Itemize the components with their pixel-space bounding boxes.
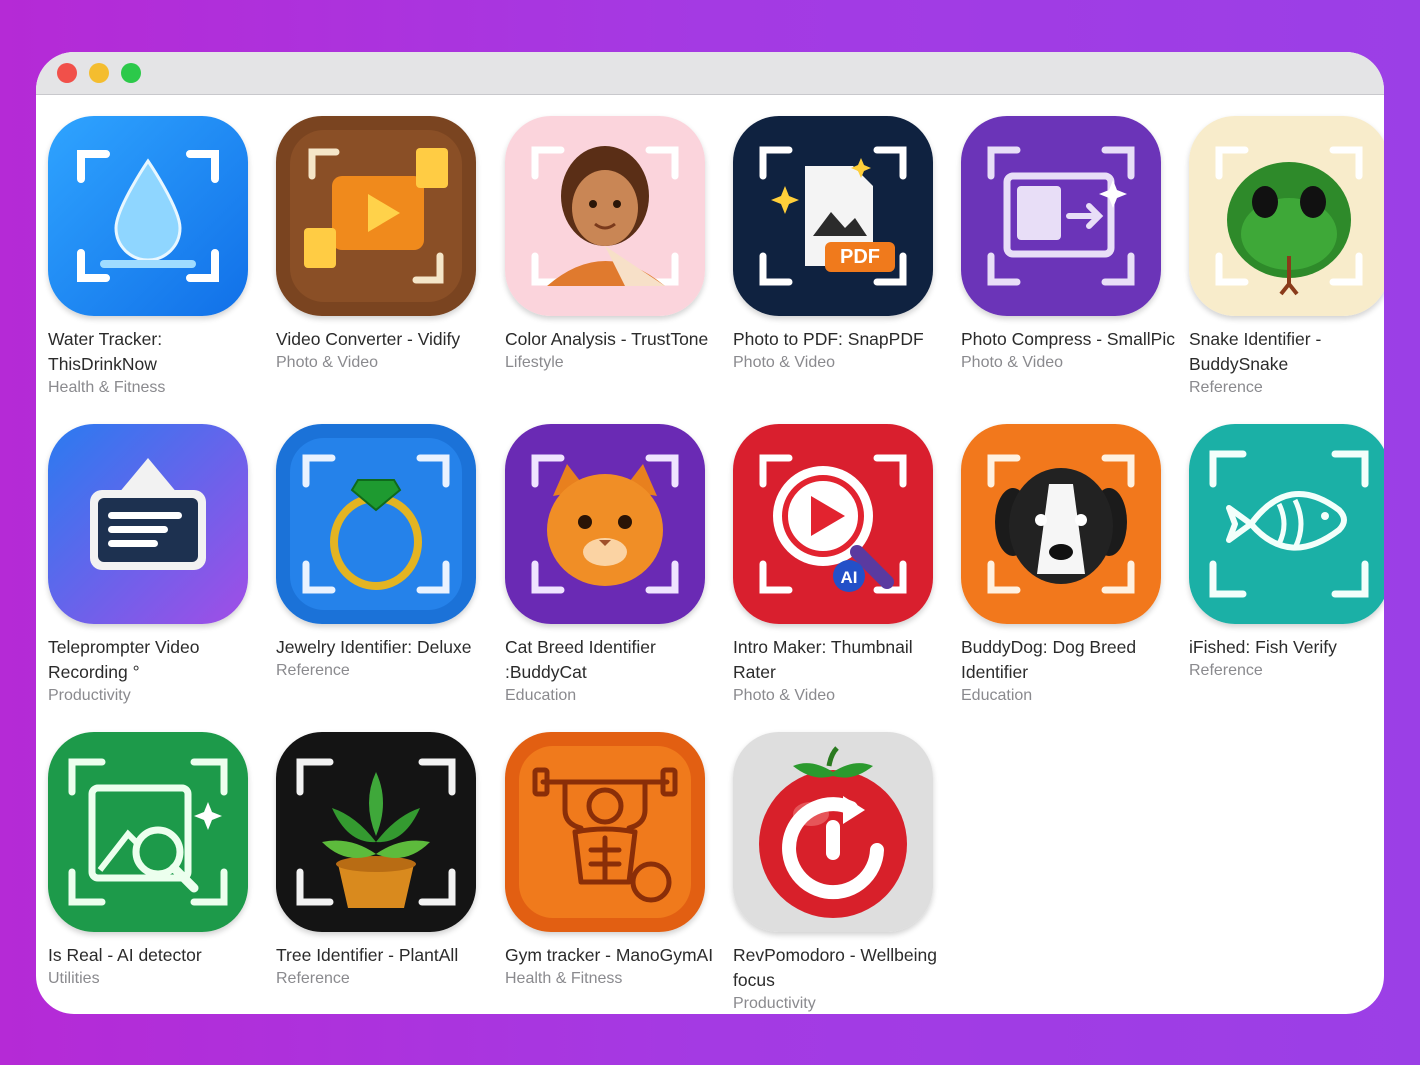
app-category: Photo & Video bbox=[276, 354, 379, 371]
app-window: Water Tracker: ThisDrinkNow Health & Fitn… bbox=[36, 52, 1384, 1014]
potted-plant-icon[interactable] bbox=[276, 732, 476, 932]
app-category: Education bbox=[961, 687, 1033, 704]
app-title: Gym tracker - ManoGymAI Health & Fitness bbox=[505, 943, 720, 990]
cat-icon[interactable] bbox=[505, 424, 705, 624]
ring-icon[interactable] bbox=[276, 424, 476, 624]
water-drop-icon[interactable] bbox=[48, 116, 248, 316]
app-title: Photo Compress - SmallPic Photo & Video bbox=[961, 327, 1176, 374]
app-category: Photo & Video bbox=[961, 354, 1064, 371]
app-title: Snake Identifier - BuddySnake Reference bbox=[1189, 327, 1384, 399]
app-grid: Water Tracker: ThisDrinkNow Health & Fitn… bbox=[36, 94, 1384, 1014]
teleprompter-icon[interactable] bbox=[48, 424, 248, 624]
app-category: Health & Fitness bbox=[505, 970, 623, 987]
app-title: Teleprompter Video Recording ° Productivi… bbox=[48, 635, 263, 707]
app-category: Reference bbox=[276, 970, 350, 987]
app-title: Is Real - AI detector Utilities bbox=[48, 943, 263, 990]
app-title: Color Analysis - TrustTone Lifestyle bbox=[505, 327, 720, 374]
app-category: Reference bbox=[1189, 379, 1263, 396]
pdf-document-icon[interactable]: PDF bbox=[733, 116, 933, 316]
zoom-button[interactable] bbox=[121, 63, 141, 83]
ai-badge: AI bbox=[841, 568, 858, 587]
app-category: Photo & Video bbox=[733, 354, 836, 371]
app-title: Intro Maker: Thumbnail Rater Photo & Vide… bbox=[733, 635, 948, 707]
bodybuilder-icon[interactable] bbox=[505, 732, 705, 932]
face-palette-icon[interactable] bbox=[505, 116, 705, 316]
app-title: Jewelry Identifier: Deluxe Reference bbox=[276, 635, 491, 682]
app-title: BuddyDog: Dog Breed Identifier Education bbox=[961, 635, 1176, 707]
app-category: Health & Fitness bbox=[48, 379, 166, 396]
close-button[interactable] bbox=[57, 63, 77, 83]
minimize-button[interactable] bbox=[89, 63, 109, 83]
app-title: Tree Identifier - PlantAll Reference bbox=[276, 943, 491, 990]
app-title: Water Tracker: ThisDrinkNow Health & Fitn… bbox=[48, 327, 263, 399]
video-convert-icon[interactable] bbox=[276, 116, 476, 316]
app-category: Reference bbox=[276, 662, 350, 679]
app-category: Education bbox=[505, 687, 577, 704]
app-category: Lifestyle bbox=[505, 354, 564, 371]
dog-icon[interactable] bbox=[961, 424, 1161, 624]
photo-compress-icon[interactable] bbox=[961, 116, 1161, 316]
app-title: Photo to PDF: SnapPDF Photo & Video bbox=[733, 327, 948, 374]
app-category: Photo & Video bbox=[733, 687, 836, 704]
app-category: Utilities bbox=[48, 970, 100, 987]
tomato-timer-icon[interactable] bbox=[733, 732, 933, 932]
title-bar bbox=[36, 52, 1384, 95]
fish-icon[interactable] bbox=[1189, 424, 1384, 624]
app-category: Reference bbox=[1189, 662, 1263, 679]
play-magnifier-icon[interactable]: AI bbox=[733, 424, 933, 624]
app-title: iFished: Fish Verify Reference bbox=[1189, 635, 1384, 682]
image-search-icon[interactable] bbox=[48, 732, 248, 932]
app-title: Video Converter - Vidify Photo & Video bbox=[276, 327, 491, 374]
pdf-badge: PDF bbox=[840, 246, 880, 268]
app-title: RevPomodoro - Wellbeing focus Productivit… bbox=[733, 943, 948, 1014]
app-category: Productivity bbox=[48, 687, 131, 704]
app-title: Cat Breed Identifier :BuddyCat Education bbox=[505, 635, 720, 707]
snake-icon[interactable] bbox=[1189, 116, 1384, 316]
app-category: Productivity bbox=[733, 995, 816, 1012]
